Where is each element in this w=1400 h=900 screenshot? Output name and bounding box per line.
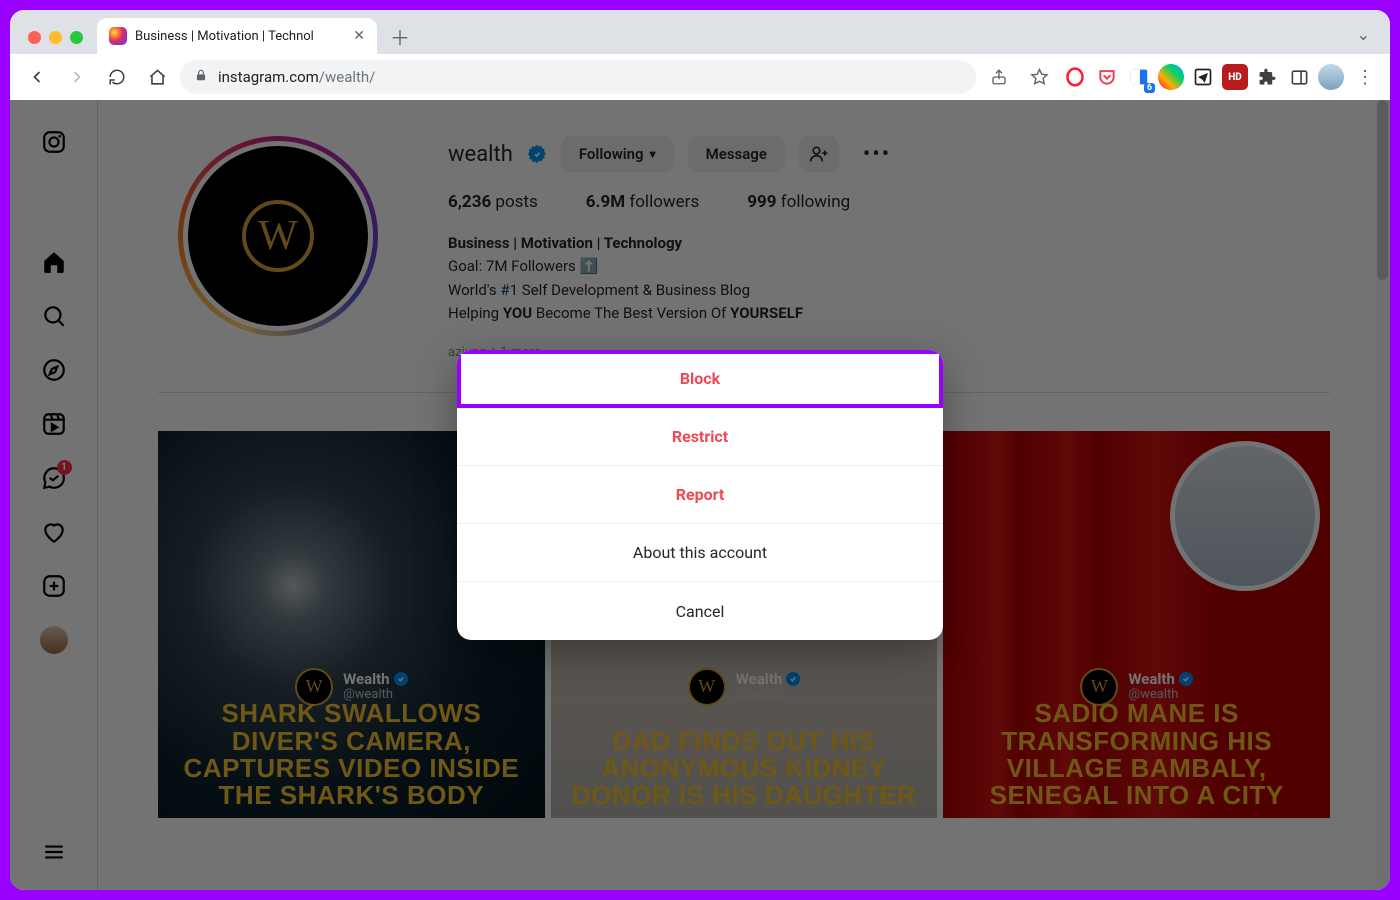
restrict-option[interactable]: Restrict (457, 408, 943, 466)
page-viewport: 1 (10, 100, 1390, 890)
tab-strip: Business | Motivation | Technol ✕ ＋ ⌄ (10, 10, 1390, 54)
browser-toolbar: instagram.com/wealth/ 6 (10, 54, 1390, 100)
annotation-frame: Business | Motivation | Technol ✕ ＋ ⌄ (0, 0, 1400, 900)
toolbar-right: 6 HD ⋮ (982, 60, 1380, 94)
instagram-favicon (109, 27, 127, 45)
onetab-badge: 6 (1144, 83, 1155, 93)
tabs-dropdown-button[interactable]: ⌄ (1357, 25, 1378, 54)
extension-pocket-icon[interactable] (1094, 64, 1120, 90)
tab-title: Business | Motivation | Technol (135, 29, 345, 44)
url-text: instagram.com/wealth/ (218, 68, 375, 86)
extension-onetab-icon[interactable]: 6 (1126, 64, 1152, 90)
about-account-option[interactable]: About this account (457, 524, 943, 582)
browser-tab[interactable]: Business | Motivation | Technol ✕ (97, 18, 377, 54)
cancel-option[interactable]: Cancel (457, 582, 943, 640)
extension-rainbow-icon[interactable] (1158, 64, 1184, 90)
extension-telegram-icon[interactable] (1190, 64, 1216, 90)
forward-button[interactable] (60, 60, 94, 94)
bookmark-button[interactable] (1022, 60, 1056, 94)
report-option[interactable]: Report (457, 466, 943, 524)
window-controls (22, 31, 89, 54)
address-bar[interactable]: instagram.com/wealth/ (180, 60, 976, 94)
profile-avatar-button[interactable] (1318, 64, 1344, 90)
extension-hd-icon[interactable]: HD (1222, 64, 1248, 90)
share-button[interactable] (982, 60, 1016, 94)
browser-menu-button[interactable]: ⋮ (1350, 67, 1380, 88)
window-minimize-button[interactable] (49, 31, 62, 44)
new-tab-button[interactable]: ＋ (385, 21, 415, 51)
extension-opera-icon[interactable] (1062, 64, 1088, 90)
block-option[interactable]: Block (457, 350, 943, 408)
tab-close-button[interactable]: ✕ (353, 28, 365, 44)
window-zoom-button[interactable] (70, 31, 83, 44)
window-close-button[interactable] (28, 31, 41, 44)
lock-icon (194, 68, 208, 86)
home-button[interactable] (140, 60, 174, 94)
back-button[interactable] (20, 60, 54, 94)
reload-button[interactable] (100, 60, 134, 94)
side-panel-button[interactable] (1286, 64, 1312, 90)
extensions-menu-button[interactable] (1254, 64, 1280, 90)
browser-window: Business | Motivation | Technol ✕ ＋ ⌄ (10, 10, 1390, 890)
account-options-modal: Block Restrict Report About this account… (457, 350, 943, 640)
